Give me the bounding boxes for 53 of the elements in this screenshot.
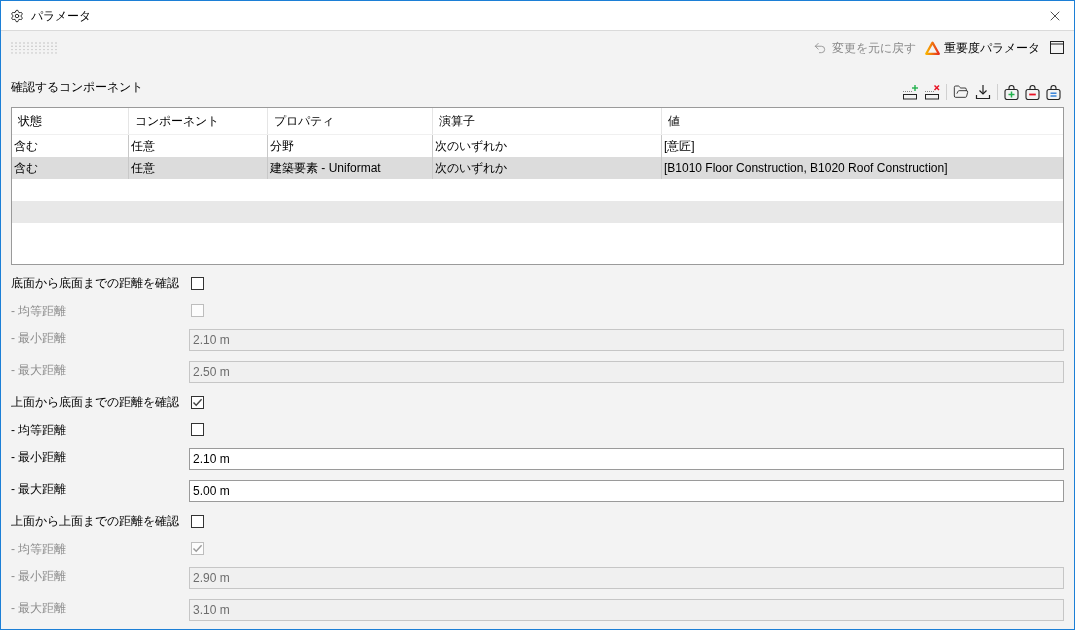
folder-icon: [953, 84, 969, 100]
check-label: 上面から底面までの距離を確認: [11, 394, 180, 411]
download-icon: [975, 84, 991, 100]
check-label: 底面から底面までの距離を確認: [11, 275, 180, 292]
window-button[interactable]: [1050, 41, 1064, 54]
table-cell-text: 含む: [13, 138, 39, 155]
bag-minus-icon: [1025, 84, 1040, 100]
option-label: - 均等距離: [11, 421, 68, 439]
add-row-icon: [902, 84, 918, 100]
option-label: - 均等距離: [11, 302, 68, 320]
window-title: パラメータ: [31, 7, 91, 25]
field-label: - 最大距離: [11, 362, 68, 379]
undo-icon: [813, 40, 827, 55]
download-button[interactable]: [975, 84, 991, 100]
checkbox[interactable]: [191, 276, 204, 290]
bag-add-button[interactable]: [1004, 84, 1019, 100]
delete-row-icon: [924, 84, 940, 100]
option-label: - 均等距離: [11, 540, 68, 558]
checkbox[interactable]: [191, 395, 204, 409]
section-title: 確認するコンポーネント: [11, 79, 143, 96]
table-cell: 任意: [128, 157, 267, 179]
column-header[interactable]: 値: [661, 108, 1063, 134]
field-label: - 最大距離: [11, 481, 68, 498]
input-field[interactable]: 2.10 m: [189, 448, 1064, 470]
delete-row-button[interactable]: [924, 84, 940, 100]
table-cell-text: 含む: [13, 160, 39, 177]
check-label: 上面から上面までの距離を確認: [11, 513, 180, 530]
bag-equals-icon: [1046, 84, 1061, 100]
column-header[interactable]: プロパティ: [267, 108, 432, 134]
settings-icon: [10, 8, 24, 23]
warning-triangle-icon: [925, 40, 940, 55]
table-cell: 建築要素 - Uniformat: [267, 157, 432, 179]
bag-equals-button[interactable]: [1046, 84, 1061, 100]
input-field[interactable]: 5.00 m: [189, 480, 1064, 502]
importance-parameters-button[interactable]: 重要度パラメータ: [925, 38, 1040, 57]
open-folder-button[interactable]: [953, 84, 969, 100]
table-cell: 次のいずれか: [432, 157, 661, 179]
add-row-button[interactable]: [902, 84, 918, 100]
column-header[interactable]: 状態: [12, 108, 128, 134]
column-header[interactable]: コンポーネント: [128, 108, 267, 134]
field-label: - 最小距離: [11, 568, 68, 585]
field-label: - 最小距離: [11, 330, 68, 347]
table-row[interactable]: 含む 任意 建築要素 - Uniformat 次のいずれか [B1010 Floor Construction, B1020 Roof Construction]: [12, 157, 1063, 179]
field-label: - 最小距離: [11, 449, 68, 466]
grip-icon[interactable]: [11, 41, 57, 54]
bag-remove-button[interactable]: [1025, 84, 1040, 100]
table-cell: [B1010 Floor Construction, B1020 Roof Construction]: [661, 157, 1063, 179]
checkbox[interactable]: [191, 514, 204, 528]
window-icon: [1050, 41, 1064, 54]
checkbox[interactable]: [191, 423, 204, 436]
field-label: - 最大距離: [11, 600, 68, 617]
bag-plus-icon: [1004, 84, 1019, 100]
column-header[interactable]: 演算子: [432, 108, 661, 134]
